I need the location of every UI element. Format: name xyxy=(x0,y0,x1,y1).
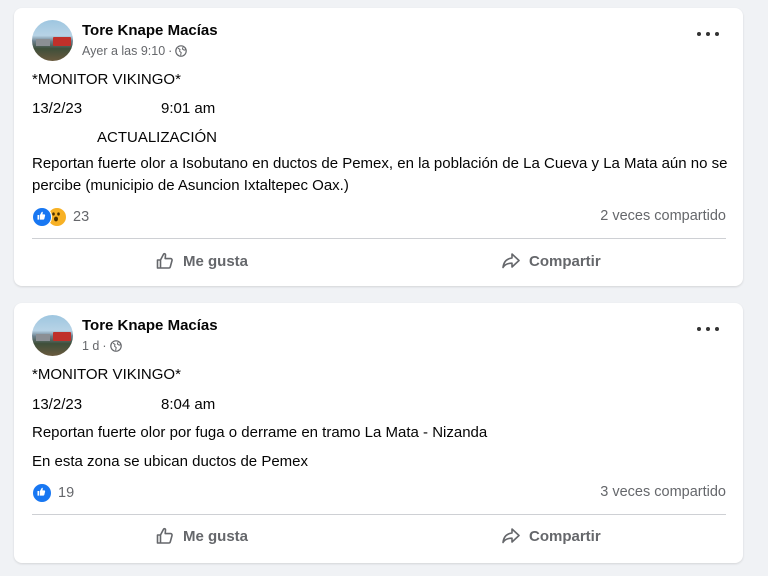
like-label: Me gusta xyxy=(183,252,249,270)
post-meta: Ayer a las 9:10 · xyxy=(82,44,188,58)
post-subheading: ACTUALIZACIÓN xyxy=(97,129,218,146)
divider xyxy=(32,514,726,515)
avatar[interactable] xyxy=(32,20,73,61)
reaction-count: 19 xyxy=(58,485,75,501)
meta-separator: · xyxy=(168,44,173,58)
post-timestamp[interactable]: 1 d xyxy=(82,339,99,353)
reaction-count: 23 xyxy=(73,209,90,225)
share-arrow-icon xyxy=(502,253,520,269)
post-card: Tore Knape Macías Ayer a las 9:10 · *MON… xyxy=(14,8,743,286)
reactions-summary[interactable]: 23 xyxy=(32,207,89,227)
avatar-image-detail xyxy=(36,39,50,46)
divider xyxy=(32,238,726,239)
avatar-image-detail xyxy=(53,332,71,341)
post-date: 13/2/23 xyxy=(32,396,83,413)
like-label: Me gusta xyxy=(183,527,249,545)
avatar[interactable] xyxy=(32,315,73,356)
meta-separator: · xyxy=(102,339,107,353)
avatar-image-detail xyxy=(53,37,71,46)
avatar-image-detail xyxy=(36,334,50,341)
post-body: En esta zona se ubican ductos de Pemex xyxy=(32,453,309,470)
share-arrow-icon xyxy=(502,528,520,544)
like-icon xyxy=(32,483,52,503)
share-count[interactable]: 2 veces compartido xyxy=(600,208,726,224)
post-date: 13/2/23 xyxy=(32,100,83,117)
reactions-summary[interactable]: 19 xyxy=(32,483,74,503)
more-options-icon[interactable] xyxy=(697,28,719,40)
share-button[interactable]: Compartir xyxy=(501,251,601,271)
post-body: Reportan fuerte olor a Isobutano en duct… xyxy=(32,155,728,194)
post-time: 8:04 am xyxy=(161,396,216,413)
share-count[interactable]: 3 veces compartido xyxy=(600,484,726,500)
author-name[interactable]: Tore Knape Macías xyxy=(82,317,218,334)
thumbs-up-icon xyxy=(156,252,173,269)
share-label: Compartir xyxy=(529,252,601,270)
post-heading: *MONITOR VIKINGO* xyxy=(32,366,181,383)
thumbs-up-icon xyxy=(156,527,173,544)
more-options-icon[interactable] xyxy=(697,323,719,335)
post-meta: 1 d · xyxy=(82,339,122,353)
like-button[interactable]: Me gusta xyxy=(155,526,248,546)
like-button[interactable]: Me gusta xyxy=(155,251,248,271)
globe-icon xyxy=(109,340,122,352)
globe-icon xyxy=(175,45,188,57)
post-heading: *MONITOR VIKINGO* xyxy=(32,71,181,88)
post-body: Reportan fuerte olor por fuga o derrame … xyxy=(32,424,488,441)
post-timestamp[interactable]: Ayer a las 9:10 xyxy=(82,44,165,58)
author-name[interactable]: Tore Knape Macías xyxy=(82,22,218,39)
share-button[interactable]: Compartir xyxy=(501,526,601,546)
post-card: Tore Knape Macías 1 d · *MONITOR VIKINGO… xyxy=(14,303,743,563)
post-time: 9:01 am xyxy=(161,100,216,117)
like-icon xyxy=(32,207,52,227)
share-label: Compartir xyxy=(529,527,601,545)
